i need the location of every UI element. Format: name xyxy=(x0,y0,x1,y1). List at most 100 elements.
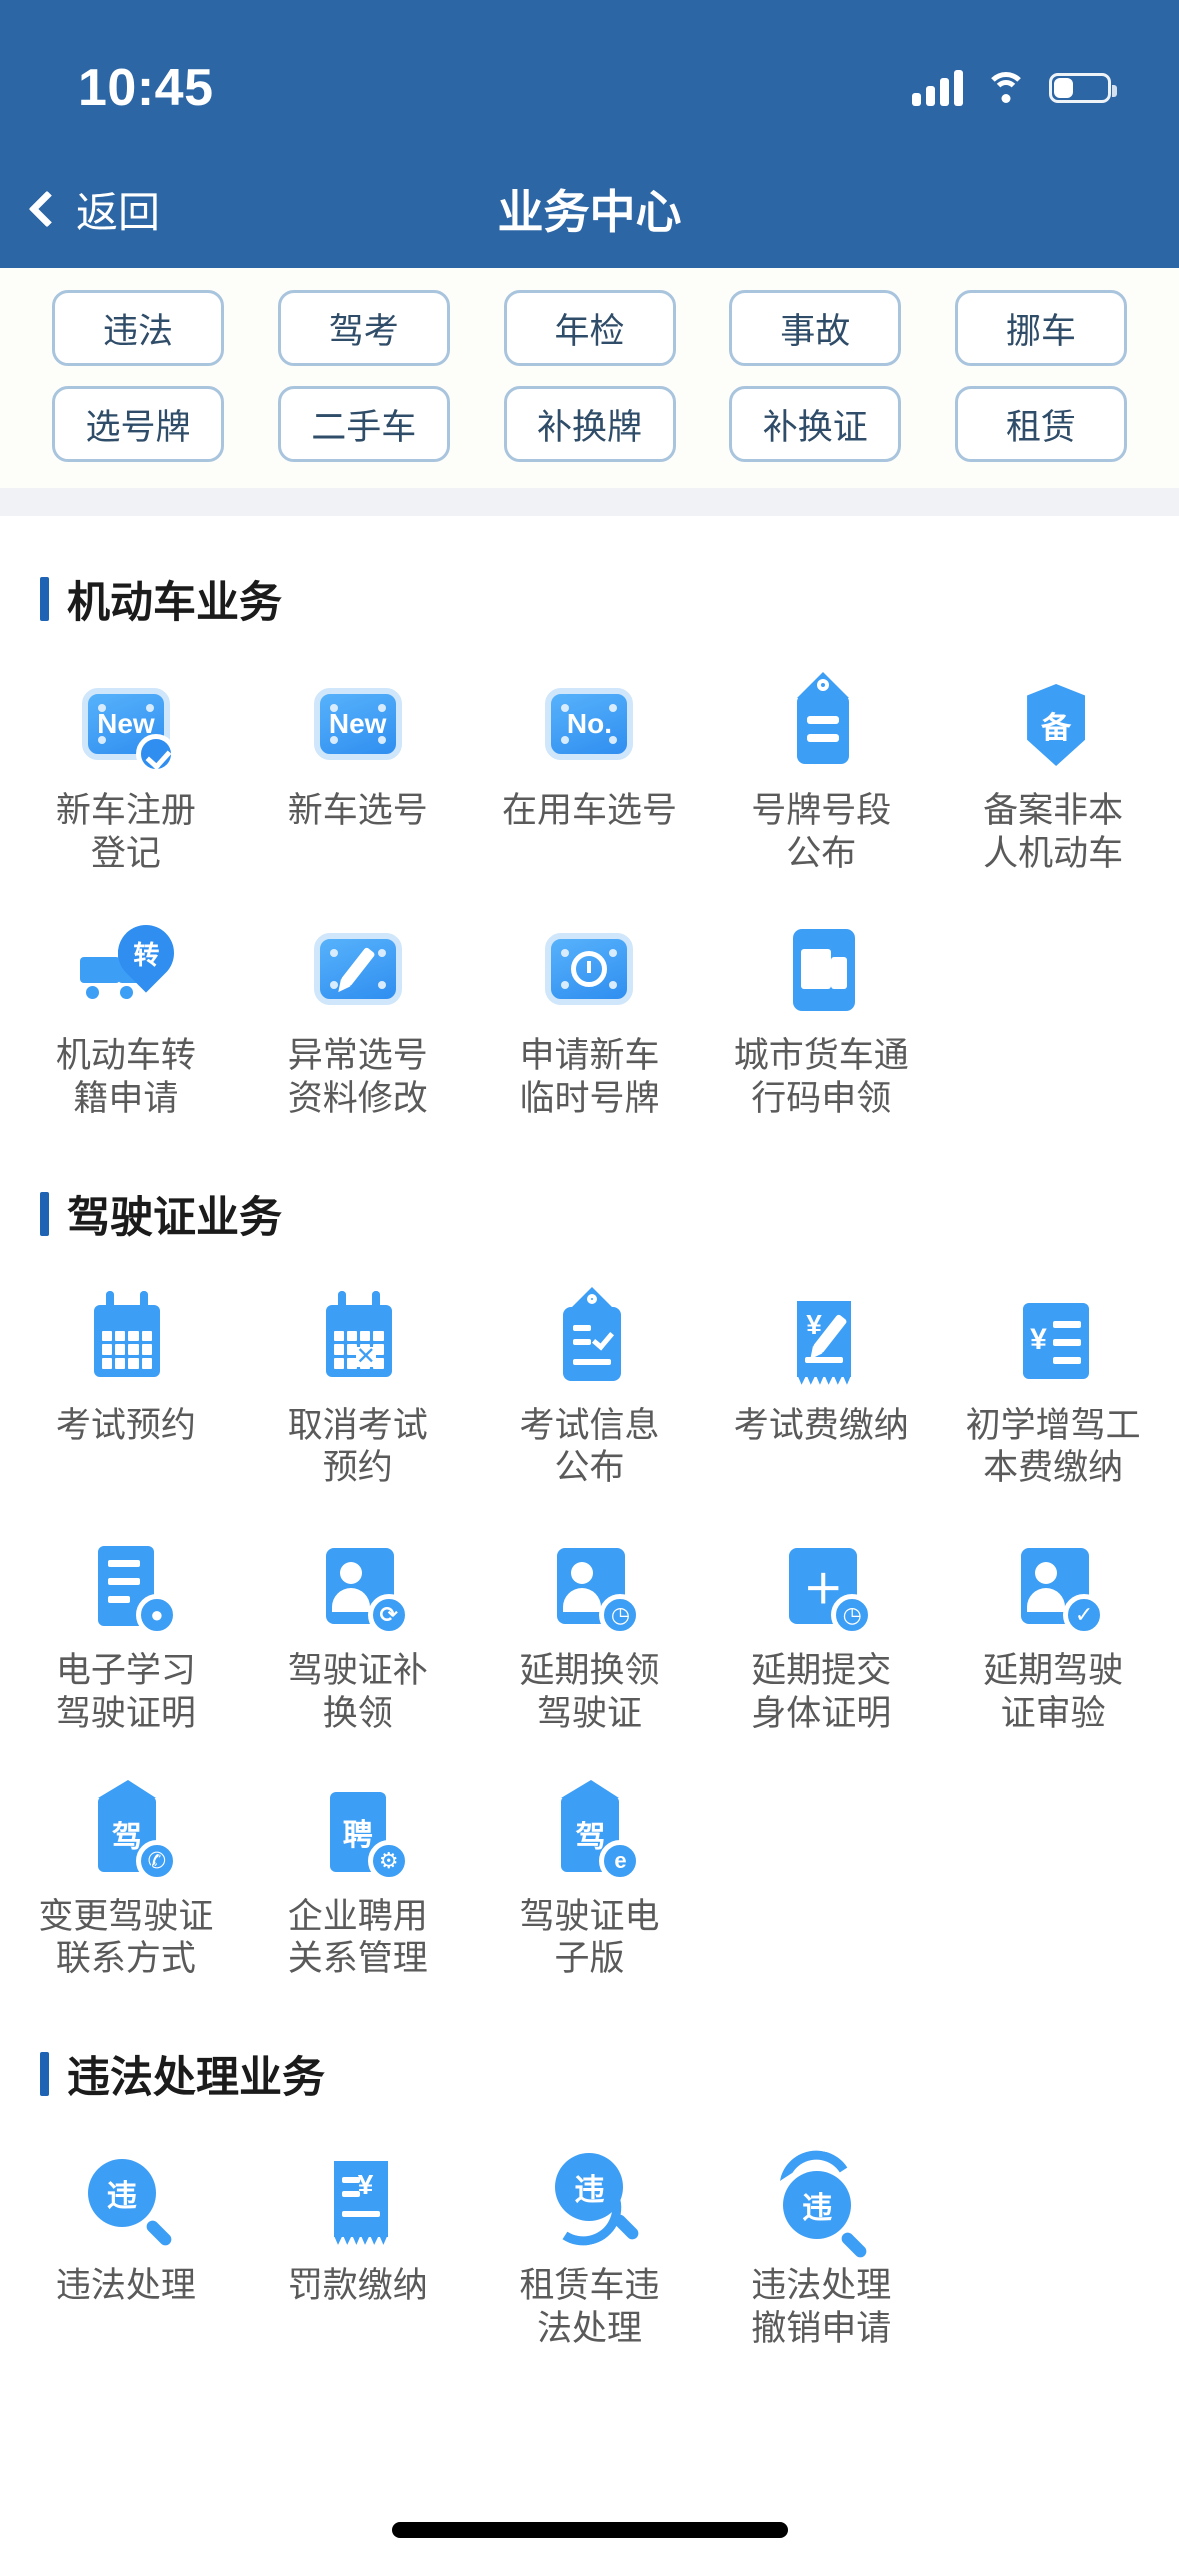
service-item-fine-payment[interactable]: ¥ 罚款缴纳 xyxy=(242,2105,474,2350)
chip-shigu[interactable]: 事故 xyxy=(729,290,902,366)
service-item-label: 在用车选号 xyxy=(501,791,677,830)
section-header: 驾驶证业务 xyxy=(0,1131,1179,1245)
service-item-label: 机动车转 籍申请 xyxy=(55,1036,196,1119)
grid-spacer xyxy=(937,2105,1169,2350)
shield-bei-icon: 备 xyxy=(1005,676,1101,772)
service-item-register-other-vehicle[interactable]: 备 备案非本 人机动车 xyxy=(937,630,1169,875)
fine-receipt-icon: ¥ xyxy=(310,2151,406,2247)
van-card-icon xyxy=(773,921,869,1017)
plate-clock-icon xyxy=(541,921,637,1017)
status-bar-indicators xyxy=(912,70,1117,106)
service-item-license-replacement[interactable]: ⟳ 驾驶证补 换领 xyxy=(242,1490,474,1735)
receipt-yuan-pencil-icon: ¥ xyxy=(773,1291,869,1387)
service-item-label: 备案非本 人机动车 xyxy=(983,791,1124,873)
service-item-plate-range-announcement[interactable]: 号牌号段 公布 xyxy=(705,630,937,875)
service-item-label: 取消考试 预约 xyxy=(287,1405,428,1488)
section-title: 驾驶证业务 xyxy=(67,1193,282,1242)
grid-spacer xyxy=(937,1736,1169,1981)
chip-jiakao[interactable]: 驾考 xyxy=(277,290,450,366)
service-item-electronic-learner-permit[interactable]: ● 电子学习 驾驶证明 xyxy=(10,1490,242,1735)
service-item-temporary-plate-application[interactable]: 申请新车 临时号牌 xyxy=(474,875,706,1120)
grid-spacer xyxy=(705,1736,937,1981)
service-item-exam-booking[interactable]: 考试预约 xyxy=(10,1245,242,1490)
service-item-deferred-license-renewal[interactable]: ◷ 延期换领 驾驶证 xyxy=(474,1490,706,1735)
service-item-label: 申请新车 临时号牌 xyxy=(519,1036,660,1119)
service-item-vehicle-transfer-application[interactable]: 转 机动车转 籍申请 xyxy=(10,875,242,1120)
section-vehicle-services: 机动车业务 New 新车注册 登记 New 新车选号 No. 在用车选号 号牌号… xyxy=(0,516,1179,1131)
chip-nianjian[interactable]: 年检 xyxy=(503,290,676,366)
service-item-deferred-license-review[interactable]: ✓ 延期驾驶 证审验 xyxy=(937,1490,1169,1735)
home-indicator xyxy=(391,2522,788,2538)
service-item-city-truck-pass-code[interactable]: 城市货车通 行码申领 xyxy=(705,875,937,1120)
service-item-electronic-license[interactable]: 驾 e 驾驶证电 子版 xyxy=(474,1736,706,1981)
new-plate-check-icon: New xyxy=(78,676,176,774)
yuan-list-icon: ¥ xyxy=(1005,1291,1101,1387)
service-item-new-vehicle-registration[interactable]: New 新车注册 登记 xyxy=(10,630,242,875)
section-accent-bar xyxy=(40,1191,49,1236)
hire-gear-icon: 聘 ⚙ xyxy=(310,1782,410,1882)
person-check-icon: ✓ xyxy=(1005,1536,1106,1637)
section-license-services: 驾驶证业务 考试预约 ✕ 取消考试 预约 考试信息 公布 ¥ 考试费缴纳 ¥ 初… xyxy=(0,1131,1179,1991)
chip-buhuanzheng[interactable]: 补换证 xyxy=(729,386,902,462)
chip-ershouche[interactable]: 二手车 xyxy=(277,386,450,462)
service-item-label: 罚款缴纳 xyxy=(287,2265,428,2305)
service-item-label: 新车注册 登记 xyxy=(55,791,196,873)
status-bar: 10:45 xyxy=(0,0,1179,150)
service-item-abnormal-plate-data-edit[interactable]: 异常选号 资料修改 xyxy=(242,875,474,1120)
license-e-icon: 驾 e xyxy=(541,1779,642,1882)
wifi-icon xyxy=(985,72,1027,104)
chip-row-2: 选号牌 二手车 补换牌 补换证 租赁 xyxy=(0,386,1179,462)
section-violation-services: 违法处理业务 违 违法处理 ¥ 罚款缴纳 违 租赁车违 法处理 违 违法处理 撤… xyxy=(0,1991,1179,2360)
chip-nuoche[interactable]: 挪车 xyxy=(955,290,1127,366)
service-grid-license: 考试预约 ✕ 取消考试 预约 考试信息 公布 ¥ 考试费缴纳 ¥ 初学增驾工 本… xyxy=(0,1245,1179,1981)
violation-rental-icon: 违 xyxy=(541,2151,637,2253)
chip-weifa[interactable]: 违法 xyxy=(52,290,224,366)
service-item-label: 号牌号段 公布 xyxy=(751,791,892,873)
service-item-label: 延期换领 驾驶证 xyxy=(519,1651,660,1733)
service-item-deferred-medical-report[interactable]: ＋ ◷ 延期提交 身体证明 xyxy=(705,1490,937,1735)
app-screen: 10:45 返回 业务中心 违法 驾考 年检 事故 挪车 选号牌 二手车 补换牌 xyxy=(0,0,1179,2556)
service-item-label: 新车选号 xyxy=(287,791,428,830)
service-item-cancel-exam-booking[interactable]: ✕ 取消考试 预约 xyxy=(242,1245,474,1490)
section-divider xyxy=(0,488,1179,516)
service-item-label: 考试预约 xyxy=(55,1405,196,1445)
service-item-rental-vehicle-violation[interactable]: 违 租赁车违 法处理 xyxy=(474,2105,706,2350)
service-item-change-license-contact[interactable]: 驾 ✆ 变更驾驶证 联系方式 xyxy=(10,1736,242,1981)
service-grid-vehicle: New 新车注册 登记 New 新车选号 No. 在用车选号 号牌号段 公布 备… xyxy=(0,630,1179,1121)
license-phone-icon: 驾 ✆ xyxy=(78,1779,178,1882)
back-button[interactable]: 返回 xyxy=(28,179,161,240)
calendar-cancel-icon: ✕ xyxy=(310,1290,406,1387)
service-item-label: 初学增驾工 本费缴纳 xyxy=(965,1405,1141,1488)
service-item-label: 城市货车通 行码申领 xyxy=(733,1036,909,1119)
service-item-label: 考试信息 公布 xyxy=(519,1405,660,1488)
back-button-label: 返回 xyxy=(76,188,161,236)
chip-buhuanpai[interactable]: 补换牌 xyxy=(503,386,676,462)
service-item-license-fee-payment[interactable]: ¥ 初学增驾工 本费缴纳 xyxy=(937,1245,1169,1490)
service-item-label: 异常选号 资料修改 xyxy=(287,1036,428,1119)
service-item-new-vehicle-plate-selection[interactable]: New 新车选号 xyxy=(242,630,474,875)
service-item-violation-revoke-application[interactable]: 违 违法处理 撤销申请 xyxy=(705,2105,937,2350)
person-clock-icon: ◷ xyxy=(541,1536,642,1637)
service-item-inuse-vehicle-plate-selection[interactable]: No. 在用车选号 xyxy=(474,630,706,875)
chip-xuanhaopai[interactable]: 选号牌 xyxy=(52,386,224,462)
chevron-left-icon xyxy=(28,190,66,228)
status-bar-clock: 10:45 xyxy=(78,59,214,117)
new-plate-icon: New xyxy=(310,676,406,772)
violation-revoke-icon: 违 xyxy=(773,2143,869,2247)
violation-search-icon: 违 xyxy=(78,2151,174,2247)
navigation-bar: 返回 业务中心 xyxy=(0,150,1179,268)
service-item-exam-fee-payment[interactable]: ¥ 考试费缴纳 xyxy=(705,1245,937,1490)
service-item-label: 延期驾驶 证审验 xyxy=(983,1651,1124,1733)
service-item-exam-info-announcement[interactable]: 考试信息 公布 xyxy=(474,1245,706,1490)
tag-lines-icon xyxy=(773,676,869,772)
section-accent-bar xyxy=(40,577,49,621)
battery-icon xyxy=(1049,73,1117,103)
service-item-violation-handling[interactable]: 违 违法处理 xyxy=(10,2105,242,2350)
service-item-label: 考试费缴纳 xyxy=(733,1405,909,1445)
service-item-label: 电子学习 驾驶证明 xyxy=(55,1651,196,1733)
page-title: 业务中心 xyxy=(497,186,682,238)
chip-zulin[interactable]: 租赁 xyxy=(955,386,1127,462)
service-item-employment-relation-management[interactable]: 聘 ⚙ 企业聘用 关系管理 xyxy=(242,1736,474,1981)
plus-clock-icon: ＋ ◷ xyxy=(773,1536,874,1637)
quick-filter-chips: 违法 驾考 年检 事故 挪车 选号牌 二手车 补换牌 补换证 租赁 xyxy=(0,268,1179,488)
